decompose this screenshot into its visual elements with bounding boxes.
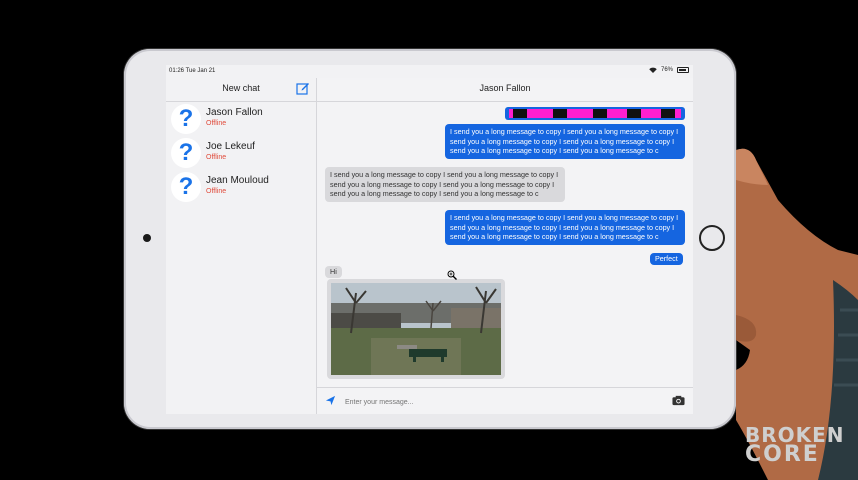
contact-status: Offline	[206, 188, 227, 195]
park-photo	[331, 283, 501, 375]
compose-icon[interactable]	[296, 81, 310, 95]
message-bubble-outgoing: Perfect	[650, 253, 683, 265]
camera-icon[interactable]	[672, 395, 685, 406]
message-composer	[317, 387, 693, 414]
unknown-avatar-icon: ?	[171, 104, 201, 134]
contact-item-jean-mouloud[interactable]: ? Jean Mouloud Offline	[166, 170, 316, 204]
send-icon[interactable]	[325, 395, 336, 406]
unknown-avatar-icon: ?	[171, 138, 201, 168]
chat-title: Jason Fallon	[479, 83, 531, 93]
message-bubble-incoming: Hi	[325, 266, 342, 278]
unknown-avatar-icon: ?	[171, 172, 201, 202]
message-input[interactable]	[343, 393, 647, 411]
chat-header: Jason Fallon	[317, 78, 693, 102]
contact-status: Offline	[206, 120, 227, 127]
status-bar: 01:26 Tue Jan 21 76%	[166, 65, 693, 78]
contact-item-jason-fallon[interactable]: ? Jason Fallon Offline	[166, 102, 316, 136]
zoom-cursor-icon	[447, 270, 457, 280]
contact-name: Joe Lekeuf	[206, 141, 255, 152]
front-camera	[143, 234, 151, 242]
message-bubble-outgoing: I send you a long message to copy I send…	[445, 124, 685, 159]
chat-panel: Jason Fallon I send you a long message t…	[317, 78, 693, 414]
contact-name: Jason Fallon	[206, 107, 263, 118]
tablet-screen: 01:26 Tue Jan 21 76% New chat ? Jason Fa…	[166, 65, 693, 414]
wifi-icon	[649, 67, 657, 73]
conversation-sidebar: New chat ? Jason Fallon Offline ? Joe Le…	[166, 78, 317, 414]
image-message[interactable]	[327, 279, 505, 379]
status-time: 01:26 Tue Jan 21	[169, 68, 216, 74]
contact-item-joe-lekeuf[interactable]: ? Joe Lekeuf Offline	[166, 136, 316, 170]
battery-icon	[677, 67, 689, 73]
sidebar-title: New chat	[222, 83, 260, 93]
message-bubble-incoming: I send you a long message to copy I send…	[325, 167, 565, 202]
watermark-line-2: CORE	[745, 442, 820, 467]
message-bubble-outgoing: I send you a long message to copy I send…	[445, 210, 685, 245]
contact-name: Jean Mouloud	[206, 175, 269, 186]
sidebar-header: New chat	[166, 78, 316, 102]
battery-percent: 76%	[660, 67, 673, 73]
contact-status: Offline	[206, 154, 227, 161]
glitched-message-bubble	[505, 107, 685, 120]
watermark-logo: BROKEN CORE	[745, 425, 845, 467]
